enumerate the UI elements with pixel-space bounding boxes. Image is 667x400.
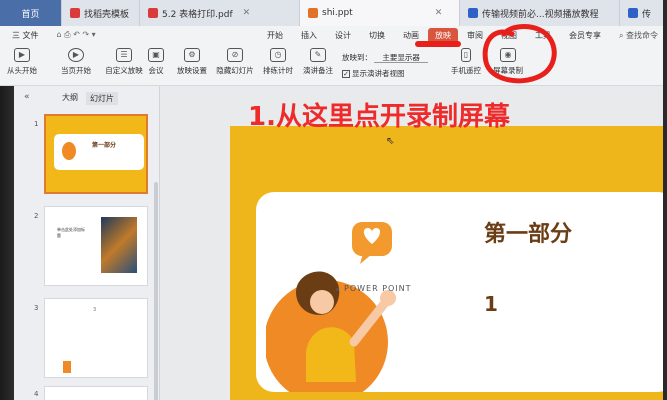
tab-pdf[interactable]: 5.2 表格打印.pdf ✕ bbox=[140, 0, 300, 26]
speaker-notes-button[interactable]: ✎ 演讲备注 bbox=[296, 48, 340, 76]
slide-subtitle[interactable]: POWER POINT bbox=[344, 284, 412, 293]
check-icon: ✓ bbox=[342, 70, 350, 78]
slide-number: 4 bbox=[34, 390, 39, 398]
word-icon bbox=[628, 8, 638, 18]
thumbnail-photo bbox=[101, 217, 137, 273]
slide-thumbnail-2[interactable]: 单击此处添加标题 bbox=[44, 206, 148, 286]
slide-thumbnail-4[interactable] bbox=[44, 386, 148, 400]
show-settings-button[interactable]: ⚙ 放映设置 bbox=[170, 48, 214, 76]
pdf-icon bbox=[148, 8, 158, 18]
button-label: 演讲备注 bbox=[303, 66, 333, 75]
video-icon: ▣ bbox=[148, 48, 164, 62]
panel-scrollbar[interactable] bbox=[154, 182, 158, 400]
thumbnail-person bbox=[62, 142, 76, 160]
timer-icon: ◷ bbox=[270, 48, 286, 62]
ppt-icon bbox=[308, 8, 318, 18]
slide-thumbnail-3[interactable]: 3 bbox=[44, 298, 148, 378]
play-circle-icon: ▶ bbox=[68, 48, 84, 62]
current-slide[interactable]: POWER POINT 第一部分 1 bbox=[230, 126, 667, 400]
presenter-view-checkbox[interactable]: ✓ 显示演讲者视图 bbox=[342, 68, 405, 79]
tab-label: 找稻壳模板 bbox=[84, 9, 130, 20]
button-label: 当页开始 bbox=[61, 66, 91, 75]
thumbnail-card: 第一部分 bbox=[54, 134, 144, 170]
collapse-panel-icon[interactable]: « bbox=[24, 92, 30, 102]
button-label: 从头开始 bbox=[7, 66, 37, 75]
search-icon: ⌕ bbox=[618, 30, 624, 40]
monitor-bezel-right bbox=[663, 0, 667, 400]
slide-thumbnail-1[interactable]: 第一部分 bbox=[44, 114, 148, 194]
play-from-start-button[interactable]: ▶ 从头开始 bbox=[0, 48, 44, 76]
settings-icon: ⚙ bbox=[184, 48, 200, 62]
hide-slide-icon: ⊘ bbox=[227, 48, 243, 62]
tab-label: 传 bbox=[642, 9, 652, 20]
menu-home[interactable]: 开始 bbox=[258, 30, 292, 41]
search-command[interactable]: ⌕ 查找命令 bbox=[610, 30, 667, 41]
play-to-label: 放映到： bbox=[342, 53, 372, 62]
slide-thumbnail-panel: « 大纲 幻灯片 1 第一部分 2 单击此处添加标题 3 3 4 bbox=[0, 86, 160, 400]
slide-title[interactable]: 第一部分 bbox=[484, 216, 572, 248]
panel-tabs: 大纲 幻灯片 bbox=[62, 92, 118, 105]
menu-insert[interactable]: 插入 bbox=[292, 30, 326, 41]
tab-label: 首页 bbox=[21, 9, 40, 20]
tab-label: 5.2 表格打印.pdf bbox=[162, 9, 233, 20]
quick-access-icons[interactable]: ⌂ ⎙ ↶ ↷ ▾ bbox=[48, 30, 105, 40]
menu-design[interactable]: 设计 bbox=[326, 30, 360, 41]
tab-slides[interactable]: 幻灯片 bbox=[86, 92, 118, 105]
button-label: 会议 bbox=[148, 66, 164, 75]
bullet-dot bbox=[336, 288, 339, 291]
menu-transition[interactable]: 切换 bbox=[360, 30, 394, 41]
slide-number: 3 bbox=[34, 304, 39, 312]
tab-template[interactable]: 找稻壳模板 bbox=[62, 0, 140, 26]
button-label: 隐藏幻灯片 bbox=[216, 66, 254, 75]
slide-editor-canvas: POWER POINT 第一部分 1 bbox=[160, 86, 667, 400]
thumbnail-title: 第一部分 bbox=[92, 142, 117, 149]
thumbnail-person bbox=[63, 361, 71, 373]
tab-label: shi.ppt bbox=[322, 8, 353, 18]
button-label: 放映设置 bbox=[177, 66, 207, 75]
template-icon bbox=[70, 8, 80, 18]
button-label: 排练计时 bbox=[263, 66, 293, 75]
search-label: 查找命令 bbox=[626, 30, 658, 40]
hide-slide-button[interactable]: ⊘ 隐藏幻灯片 bbox=[212, 48, 258, 76]
notes-icon: ✎ bbox=[310, 48, 326, 62]
tab-doc-2[interactable]: 传 bbox=[620, 0, 667, 26]
custom-show-icon: ☰ bbox=[116, 48, 132, 62]
mouse-cursor-icon: ⇖ bbox=[386, 136, 395, 147]
hand-drawn-highlight bbox=[415, 24, 557, 84]
presenter-view-label: 显示演讲者视图 bbox=[352, 69, 405, 78]
red-annotation: 1.从这里点开录制屏幕 bbox=[248, 102, 510, 132]
play-icon: ▶ bbox=[14, 48, 30, 62]
wps-window: 首页 找稻壳模板 5.2 表格打印.pdf ✕ shi.ppt ✕ 传输视频前必… bbox=[0, 0, 667, 400]
rehearse-timing-button[interactable]: ◷ 排练计时 bbox=[256, 48, 300, 76]
monitor-bezel-left bbox=[0, 86, 14, 400]
thumbnail-title: 单击此处添加标题 bbox=[57, 227, 85, 238]
file-menu[interactable]: 三 文件 bbox=[0, 30, 48, 41]
slide-content-card: POWER POINT 第一部分 1 bbox=[256, 192, 667, 392]
tab-home[interactable]: 首页 bbox=[0, 0, 62, 26]
thumbnail-text: 3 bbox=[93, 307, 97, 313]
slide-number: 2 bbox=[34, 212, 39, 220]
slide-number-text[interactable]: 1 bbox=[484, 292, 498, 316]
tab-outline[interactable]: 大纲 bbox=[62, 92, 78, 105]
close-icon[interactable]: ✕ bbox=[243, 8, 251, 18]
play-current-button[interactable]: ▶ 当页开始 bbox=[54, 48, 98, 76]
slide-number: 1 bbox=[34, 120, 39, 128]
